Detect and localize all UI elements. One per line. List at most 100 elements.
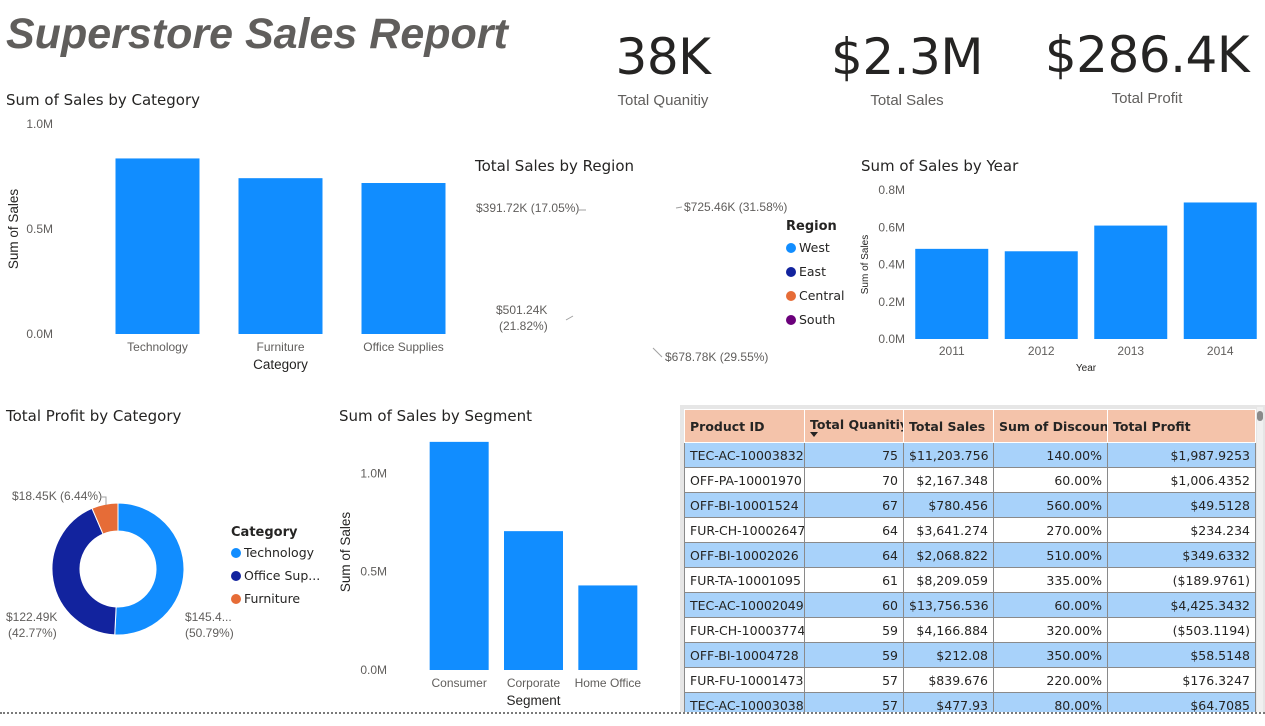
y-tick-label: 0.0M — [26, 327, 53, 341]
table-cell: $4,166.884 — [903, 617, 994, 643]
bar-2011[interactable] — [915, 248, 989, 339]
y-tick-label: 1.0M — [360, 466, 387, 480]
sales-by-category-chart[interactable]: 0.0M 0.5M 1.0M Technology Furniture Office Su… — [0, 110, 470, 380]
legend-item-west[interactable]: West — [786, 240, 845, 255]
y-tick-label: 0.5M — [26, 222, 53, 236]
table-cell: FUR-CH-10003774 — [684, 617, 805, 643]
kpi-total-sales-value: $2.3M — [831, 28, 983, 86]
legend-dot-south — [786, 314, 796, 325]
legend-item-central[interactable]: Central — [786, 288, 845, 303]
kpi-total-quantity-label: Total Quanitiy — [617, 92, 709, 109]
table-cell: FUR-CH-10002647 — [684, 517, 805, 543]
table-row[interactable]: OFF-BI-10004728 59 $212.08 350.00% $58.5148 — [684, 642, 1256, 668]
legend-label-south: South — [799, 312, 836, 327]
table-scrollbar-track[interactable] — [1257, 407, 1263, 712]
donut-label-technology-line2: (50.79%) — [185, 626, 234, 640]
x-tick-label: Home Office — [575, 676, 642, 690]
product-table-visual[interactable]: Product ID Total Quanitiy Total Sales Su… — [680, 405, 1265, 712]
legend-item-east[interactable]: East — [786, 264, 845, 279]
sales-by-segment-chart[interactable]: 0.0M 0.5M 1.0M Consumer Corporate Home Office… — [335, 430, 675, 710]
bar-furniture[interactable] — [238, 178, 323, 334]
table-cell: 57 — [804, 667, 904, 693]
x-axis-title: Year — [1076, 363, 1097, 374]
x-axis-title: Category — [253, 357, 308, 372]
table-row[interactable]: OFF-BI-10002026 64 $2,068.822 510.00% $349.6… — [684, 542, 1256, 568]
donut-label-office-line1: $122.49K — [6, 610, 57, 624]
col-header-total-profit-label: Total Profit — [1113, 418, 1191, 434]
table-row[interactable]: FUR-TA-10001095 61 $8,209.059 335.00% ($189.… — [684, 567, 1256, 593]
x-tick-label: Office Supplies — [363, 340, 444, 354]
bar-technology[interactable] — [115, 158, 200, 334]
table-cell: 60.00% — [993, 592, 1108, 618]
table-row[interactable]: FUR-FU-10001473 57 $839.676 220.00% $176.324… — [684, 667, 1256, 693]
bar-corporate[interactable] — [504, 531, 563, 670]
bar-2014[interactable] — [1183, 202, 1257, 339]
pie-label-south: $391.72K (17.05%) — [476, 201, 579, 215]
table-cell: 75 — [804, 442, 904, 468]
legend-label-east: East — [799, 264, 826, 279]
sales-by-year-chart[interactable]: 0.0M 0.2M 0.4M 0.6M 0.8M 2011 2012 2013 2014 Year… — [855, 175, 1265, 380]
table-cell: TEC-AC-10002049 — [684, 592, 805, 618]
pie-label-east: $678.78K (29.55%) — [665, 350, 768, 364]
category-legend-title: Category — [231, 525, 298, 540]
table-cell: 335.00% — [993, 567, 1108, 593]
col-header-sum-of-discount[interactable]: Sum of Discount — [993, 409, 1108, 443]
profit-by-category-chart[interactable]: $18.45K (6.44%) $145.4... (50.79%) $122.… — [0, 480, 235, 655]
legend-dot-central — [786, 290, 796, 301]
bar-home-office[interactable] — [578, 585, 638, 670]
table-cell: $3,641.274 — [903, 517, 994, 543]
table-body: TEC-AC-10003832 75 $11,203.756 140.00% $1,98… — [684, 442, 1256, 712]
table-cell: ($189.9761) — [1107, 567, 1256, 593]
legend-item-south[interactable]: South — [786, 312, 845, 327]
table-row[interactable]: OFF-PA-10001970 70 $2,167.348 60.00% $1,006.… — [684, 467, 1256, 493]
bar-2012[interactable] — [1004, 251, 1078, 339]
table-cell: 59 — [804, 642, 904, 668]
table-cell: 67 — [804, 492, 904, 518]
table-cell: 57 — [804, 692, 904, 712]
bar-consumer[interactable] — [429, 441, 489, 670]
table-cell: $349.6332 — [1107, 542, 1256, 568]
table-cell: 59 — [804, 617, 904, 643]
donut-label-furniture: $18.45K (6.44%) — [12, 489, 102, 503]
table-row[interactable]: TEC-AC-10003832 75 $11,203.756 140.00% $1,98… — [684, 442, 1256, 468]
table-cell: 140.00% — [993, 442, 1108, 468]
legend-item-technology[interactable]: Technology — [231, 545, 320, 560]
table-cell: $477.93 — [903, 692, 994, 712]
table-row[interactable]: OFF-BI-10001524 67 $780.456 560.00% $49.5128 — [684, 492, 1256, 518]
table-cell: 560.00% — [993, 492, 1108, 518]
y-tick-label: 1.0M — [26, 117, 53, 131]
col-header-total-profit[interactable]: Total Profit — [1107, 409, 1256, 443]
table-cell: OFF-BI-10001524 — [684, 492, 805, 518]
table-cell: TEC-AC-10003038 — [684, 692, 805, 712]
table-cell: 320.00% — [993, 617, 1108, 643]
x-tick-label: Corporate — [507, 676, 561, 690]
leader-line-west — [675, 206, 683, 209]
bar-office-supplies[interactable] — [361, 183, 446, 334]
legend-label-furniture: Furniture — [244, 591, 301, 606]
table-cell: $64.7085 — [1107, 692, 1256, 712]
slice-technology[interactable] — [114, 502, 185, 636]
bar-2013[interactable] — [1094, 225, 1168, 339]
page-bottom-border — [0, 712, 1265, 714]
legend-label-central: Central — [799, 288, 845, 303]
table-row[interactable]: FUR-CH-10002647 64 $3,641.274 270.00% $234.2… — [684, 517, 1256, 543]
table-cell: OFF-PA-10001970 — [684, 467, 805, 493]
leader-line-central — [565, 315, 574, 321]
x-tick-label: Consumer — [431, 676, 486, 690]
col-header-total-sales[interactable]: Total Sales — [903, 409, 994, 443]
table-cell: TEC-AC-10003832 — [684, 442, 805, 468]
y-tick-label: 0.0M — [360, 663, 387, 677]
table-row[interactable]: TEC-AC-10003038 57 $477.93 80.00% $64.7085 — [684, 692, 1256, 712]
col-header-product-id[interactable]: Product ID — [684, 409, 805, 443]
table-cell: FUR-FU-10001473 — [684, 667, 805, 693]
table-scrollbar-thumb[interactable] — [1257, 411, 1263, 421]
table-row[interactable]: FUR-CH-10003774 59 $4,166.884 320.00% ($503.… — [684, 617, 1256, 643]
x-tick-label: 2014 — [1207, 344, 1234, 358]
table-cell: $839.676 — [903, 667, 994, 693]
table-cell: 80.00% — [993, 692, 1108, 712]
table-row[interactable]: TEC-AC-10002049 60 $13,756.536 60.00% $4,425… — [684, 592, 1256, 618]
legend-item-furniture[interactable]: Furniture — [231, 591, 320, 606]
legend-label-office-supplies: Office Sup... — [244, 568, 321, 583]
legend-item-office-supplies[interactable]: Office Sup... — [231, 568, 320, 583]
col-header-total-quantity[interactable]: Total Quanitiy — [804, 409, 904, 443]
